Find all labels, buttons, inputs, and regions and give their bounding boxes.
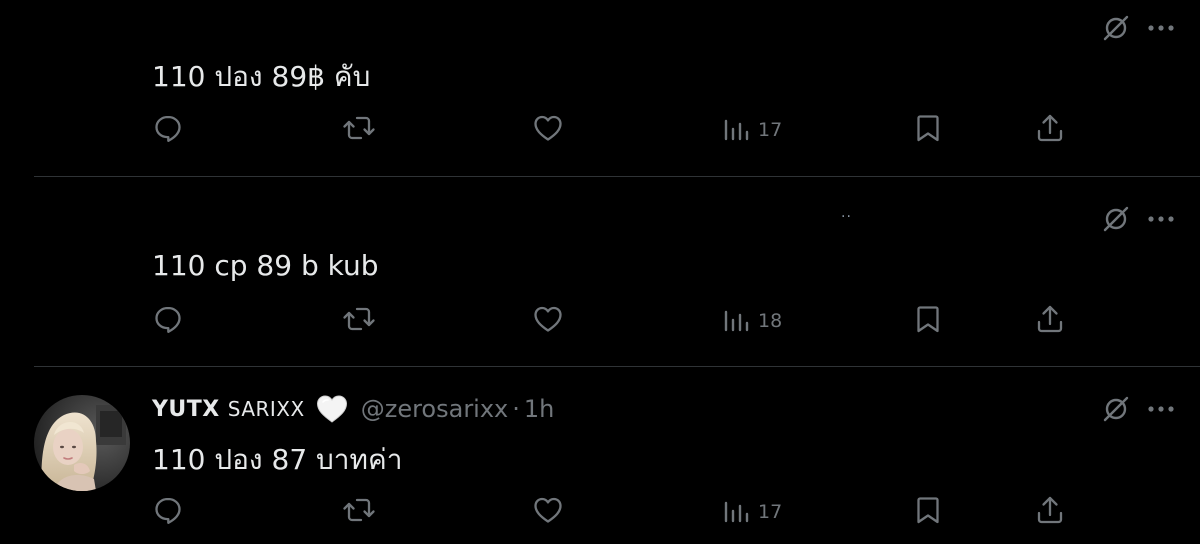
- like-button[interactable]: [532, 303, 564, 339]
- share-button[interactable]: [1034, 494, 1066, 530]
- reply-button[interactable]: [152, 303, 184, 339]
- display-name-secondary[interactable]: SARIXX: [228, 397, 305, 421]
- bookmark-icon: [912, 303, 944, 339]
- retweet-icon: [342, 303, 376, 339]
- tweet-top-actions: [1102, 205, 1174, 233]
- grok-icon[interactable]: [1102, 395, 1130, 423]
- bookmark-icon: [912, 112, 944, 148]
- tweet-1[interactable]: 110 ปอง 89฿ คับ 17: [0, 0, 1200, 176]
- tweet-text: 110 ปอง 87 บาทค่า: [152, 443, 403, 476]
- views-button[interactable]: 17: [722, 112, 782, 148]
- reply-button[interactable]: [152, 494, 184, 530]
- tweet-text: 110 ปอง 89฿ คับ: [152, 60, 371, 93]
- more-dots-icon[interactable]: [1148, 24, 1174, 32]
- tweet-text: 110 cp 89 b kub: [152, 249, 379, 282]
- stray-text: ..: [841, 205, 852, 221]
- grok-icon[interactable]: [1102, 14, 1130, 42]
- tweet-2[interactable]: .. 110 cp 89 b kub 18: [0, 177, 1200, 366]
- views-button[interactable]: 17: [722, 494, 782, 530]
- retweet-button[interactable]: [342, 494, 376, 530]
- views-count: 18: [758, 310, 783, 332]
- reply-button[interactable]: [152, 112, 184, 148]
- views-icon: [722, 494, 750, 530]
- display-name[interactable]: YUTX: [152, 397, 220, 422]
- retweet-button[interactable]: [342, 112, 376, 148]
- tweet-header: YUTX SARIXX @zerosarixx · 1h: [152, 391, 554, 427]
- like-button[interactable]: [532, 112, 564, 148]
- views-button[interactable]: 18: [722, 303, 782, 339]
- share-button[interactable]: [1034, 112, 1066, 148]
- reply-icon: [152, 303, 184, 339]
- tweet-3[interactable]: YUTX SARIXX @zerosarixx · 1h 110 ปอง 87 …: [0, 367, 1200, 544]
- share-icon: [1034, 112, 1066, 148]
- views-icon: [722, 112, 750, 148]
- tweet-top-actions: [1102, 395, 1174, 423]
- tweet-action-bar: 17: [0, 112, 1200, 148]
- more-dots-icon[interactable]: [1148, 215, 1174, 223]
- views-icon: [722, 303, 750, 339]
- views-count: 17: [758, 119, 783, 141]
- grok-icon[interactable]: [1102, 205, 1130, 233]
- share-icon: [1034, 303, 1066, 339]
- bookmark-icon: [912, 494, 944, 530]
- more-dots-icon[interactable]: [1148, 405, 1174, 413]
- white-heart-icon: [315, 393, 349, 425]
- share-icon: [1034, 494, 1066, 530]
- bookmark-button[interactable]: [912, 303, 944, 339]
- separator: ·: [512, 395, 520, 423]
- reply-icon: [152, 494, 184, 530]
- tweet-top-actions: [1102, 14, 1174, 42]
- like-icon: [532, 494, 564, 530]
- avatar[interactable]: [34, 395, 130, 491]
- like-button[interactable]: [532, 494, 564, 530]
- bookmark-button[interactable]: [912, 112, 944, 148]
- bookmark-button[interactable]: [912, 494, 944, 530]
- timestamp[interactable]: 1h: [524, 395, 554, 423]
- user-handle[interactable]: @zerosarixx: [361, 395, 509, 423]
- tweet-action-bar: 17: [0, 494, 1200, 530]
- tweet-action-bar: 18: [0, 303, 1200, 339]
- retweet-icon: [342, 112, 376, 148]
- share-button[interactable]: [1034, 303, 1066, 339]
- retweet-icon: [342, 494, 376, 530]
- views-count: 17: [758, 501, 783, 523]
- retweet-button[interactable]: [342, 303, 376, 339]
- like-icon: [532, 303, 564, 339]
- reply-icon: [152, 112, 184, 148]
- like-icon: [532, 112, 564, 148]
